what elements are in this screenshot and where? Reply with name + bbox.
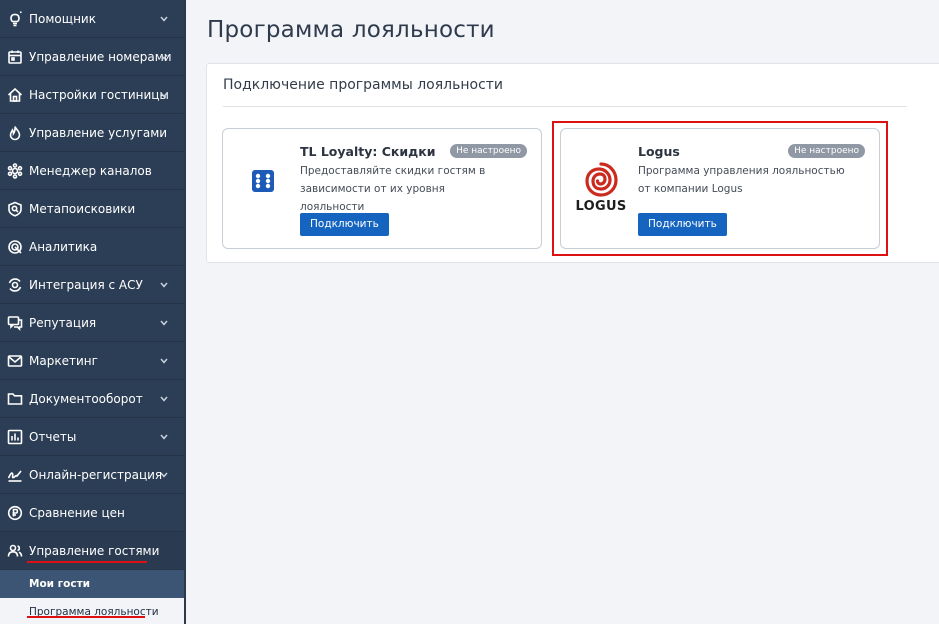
sidebar-item-guest-management[interactable]: Управление гостями — [0, 532, 186, 570]
sidebar-item-online-checkin[interactable]: Онлайн-регистрация — [0, 456, 186, 494]
gear-network-icon — [6, 162, 24, 180]
sidebar-item-label: Онлайн-регистрация — [29, 467, 163, 482]
chevron-down-icon — [160, 54, 168, 60]
signature-icon — [6, 466, 24, 484]
integration-description: Предоставляйте скидки гостям в зависимос… — [300, 165, 486, 213]
tl-loyalty-logo — [237, 151, 289, 211]
sidebar-item-label: Маркетинг — [29, 353, 98, 368]
sidebar-item-label: Управление гостями — [29, 543, 160, 558]
users-icon — [6, 542, 24, 560]
sidebar-item-label: Управление номерами — [29, 49, 172, 64]
sidebar-subitem-my-guests[interactable]: Мои гости — [0, 570, 186, 598]
sidebar-item-label: Аналитика — [29, 239, 98, 254]
chevron-down-icon — [160, 434, 168, 440]
sidebar: Помощник Управление номерами Настройки г… — [0, 0, 186, 624]
sidebar-item-label: Помощник — [29, 11, 96, 26]
envelope-icon — [6, 352, 24, 370]
chevron-down-icon — [160, 358, 168, 364]
chevron-down-icon — [160, 396, 168, 402]
sidebar-item-label: Менеджер каналов — [29, 163, 152, 178]
chevron-down-icon — [160, 282, 168, 288]
sidebar-item-marketing[interactable]: Маркетинг — [0, 342, 186, 380]
chevron-down-icon — [160, 472, 168, 478]
dice-icon — [252, 170, 274, 192]
chevron-down-icon — [160, 16, 168, 22]
sidebar-item-label: Репутация — [29, 315, 97, 330]
sidebar-item-services[interactable]: Управление услугами — [0, 114, 186, 152]
sidebar-subitem-loyalty-program[interactable]: Программа лояльности — [0, 598, 186, 624]
integration-card-tl-loyalty: TL Loyalty: Скидки Не настроено Предоста… — [222, 128, 542, 249]
calendar-icon — [6, 48, 24, 66]
integration-name: TL Loyalty: Скидки — [300, 144, 436, 159]
sidebar-item-label: Документооборот — [29, 391, 143, 406]
house-icon — [6, 86, 24, 104]
annotation-underline — [27, 616, 145, 618]
chevron-down-icon — [160, 320, 168, 326]
sidebar-item-label: Управление услугами — [29, 125, 168, 140]
sidebar-item-price-compare[interactable]: Сравнение цен — [0, 494, 186, 532]
connect-button[interactable]: Подключить — [300, 213, 389, 236]
sidebar-item-hotel-settings[interactable]: Настройки гостиницы — [0, 76, 186, 114]
sidebar-item-pms-integration[interactable]: Интеграция с АСУ — [0, 266, 186, 304]
sidebar-item-label: Отчеты — [29, 429, 77, 444]
sidebar-subitem-label: Мои гости — [29, 578, 91, 590]
price-compare-icon — [6, 504, 24, 522]
annotation-highlight-box — [552, 121, 888, 256]
folder-icon — [6, 390, 24, 408]
flame-icon — [6, 124, 24, 142]
panel-divider — [223, 106, 907, 107]
sidebar-item-label: Настройки гостиницы — [29, 87, 169, 102]
sidebar-item-rooms[interactable]: Управление номерами — [0, 38, 186, 76]
sidebar-item-label: Сравнение цен — [29, 505, 125, 520]
sidebar-item-reports[interactable]: Отчеты — [0, 418, 186, 456]
sidebar-item-analytics[interactable]: Аналитика — [0, 228, 186, 266]
panel-title: Подключение программы лояльности — [223, 77, 504, 93]
chat-icon — [6, 314, 24, 332]
lightbulb-icon — [6, 10, 24, 28]
search-shield-icon — [6, 200, 24, 218]
chevron-down-icon — [160, 92, 168, 98]
sidebar-item-metasearch[interactable]: Метапоисковики — [0, 190, 186, 228]
sidebar-item-channel-manager[interactable]: Менеджер каналов — [0, 152, 186, 190]
sidebar-item-documents[interactable]: Документооборот — [0, 380, 186, 418]
sidebar-item-assistant[interactable]: Помощник — [0, 0, 186, 38]
bar-chart-icon — [6, 428, 24, 446]
status-badge: Не настроено — [450, 144, 527, 158]
sidebar-item-label: Метапоисковики — [29, 201, 136, 216]
annotation-underline — [27, 561, 147, 563]
page-title: Программа лояльности — [207, 17, 495, 43]
refresh-target-icon — [6, 276, 24, 294]
main-content: Программа лояльности Подключение програм… — [186, 0, 939, 624]
sidebar-item-reputation[interactable]: Репутация — [0, 304, 186, 342]
target-icon — [6, 238, 24, 256]
sidebar-item-label: Интеграция с АСУ — [29, 277, 143, 292]
